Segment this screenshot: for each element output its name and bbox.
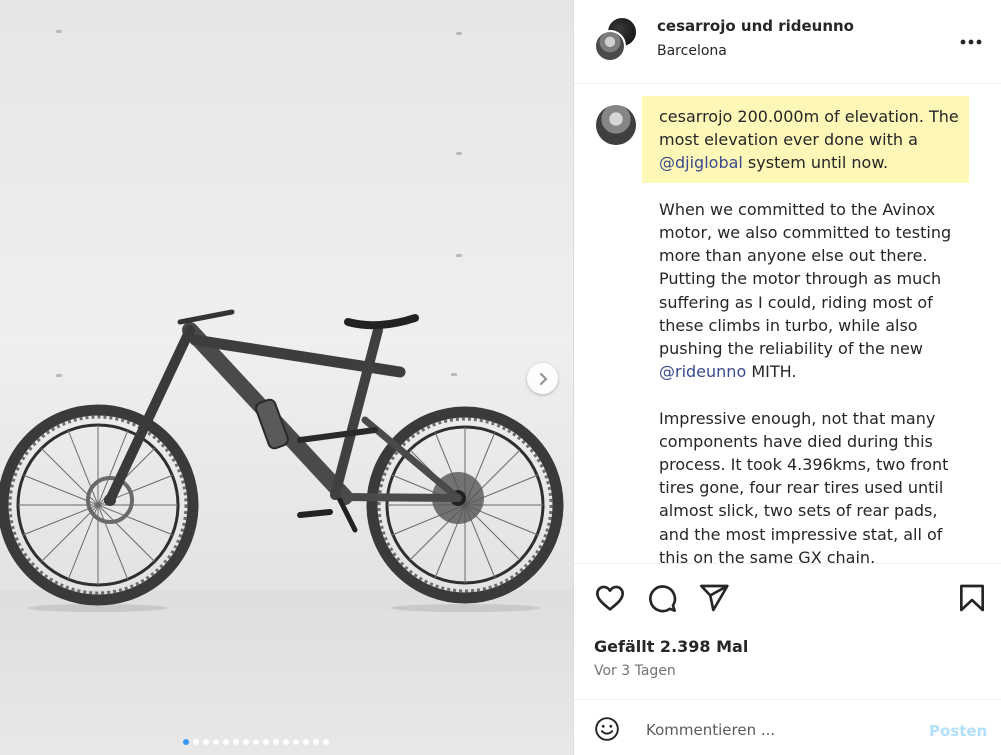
caption-third-paragraph: Impressive enough, not that many compone…	[659, 408, 949, 563]
post-details-panel: cesarrojo und rideunno Barcelona cesarro…	[573, 0, 1001, 755]
collab-avatars[interactable]	[594, 16, 638, 62]
comment-icon	[649, 585, 677, 613]
emoji-button[interactable]	[594, 716, 620, 746]
carousel-dot	[323, 739, 329, 745]
carousel-dot	[263, 739, 269, 745]
caption-second-paragraph: When we committed to the Avinox motor, w…	[659, 198, 969, 384]
post-header: cesarrojo und rideunno Barcelona	[574, 0, 1001, 84]
carousel-dot	[223, 739, 229, 745]
comment-button[interactable]	[646, 582, 678, 618]
avatar-cesarrojo[interactable]	[594, 30, 626, 62]
carousel-dot	[243, 739, 249, 745]
caption-para2: When we committed to the Avinox motor, w…	[659, 199, 952, 359]
post-actions: Gefällt 2.398 Mal Vor 3 Tagen	[574, 563, 1001, 699]
carousel-dot	[203, 739, 209, 745]
post-location[interactable]: Barcelona	[657, 43, 727, 59]
bike-frame	[105, 309, 462, 533]
carousel-dot	[193, 739, 199, 745]
carousel-next-button[interactable]	[527, 363, 558, 394]
carousel-dot	[233, 739, 239, 745]
caption-avatar[interactable]	[596, 105, 636, 145]
more-options-button[interactable]	[959, 30, 983, 46]
caption-scroll-area[interactable]: cesarrojo 200.000m of elevation. The mos…	[574, 85, 1001, 563]
carousel-dot	[293, 739, 299, 745]
emoji-icon	[595, 717, 619, 741]
share-button[interactable]	[698, 582, 730, 618]
post-timestamp[interactable]: Vor 3 Tagen	[594, 663, 676, 679]
comment-input[interactable]	[646, 718, 906, 742]
comment-bar: Posten	[574, 699, 1001, 755]
carousel-dot	[253, 739, 259, 745]
carousel-indicator	[183, 739, 329, 745]
caption-para2-tail: MITH.	[746, 362, 797, 382]
carousel-dot	[213, 739, 219, 745]
front-wheel	[0, 404, 199, 606]
send-icon	[700, 584, 729, 612]
caption-username[interactable]: cesarrojo	[659, 107, 732, 126]
mention-rideunno[interactable]: @rideunno	[659, 362, 746, 381]
caption-line1-tail: system until now.	[742, 153, 889, 173]
more-horizontal-icon	[960, 39, 982, 45]
chevron-right-icon	[539, 372, 547, 385]
carousel-dot	[303, 739, 309, 745]
carousel-dot	[313, 739, 319, 745]
caption-text: cesarrojo 200.000m of elevation. The mos…	[659, 105, 969, 563]
heart-icon	[596, 585, 624, 611]
post-comment-button[interactable]: Posten	[929, 722, 987, 740]
carousel-dot	[273, 739, 279, 745]
bookmark-icon	[960, 584, 984, 612]
bike-image	[0, 309, 564, 612]
post-authors[interactable]: cesarrojo und rideunno	[657, 17, 854, 35]
post-media[interactable]	[0, 0, 573, 755]
caption-first-paragraph: cesarrojo 200.000m of elevation. The mos…	[659, 105, 969, 175]
rear-wheel	[366, 406, 564, 604]
like-button[interactable]	[594, 582, 626, 618]
save-button[interactable]	[956, 582, 988, 618]
likes-count[interactable]: Gefällt 2.398 Mal	[594, 637, 748, 656]
carousel-dot	[183, 739, 189, 745]
carousel-dot	[283, 739, 289, 745]
mention-djiglobal[interactable]: @djiglobal	[659, 153, 743, 172]
